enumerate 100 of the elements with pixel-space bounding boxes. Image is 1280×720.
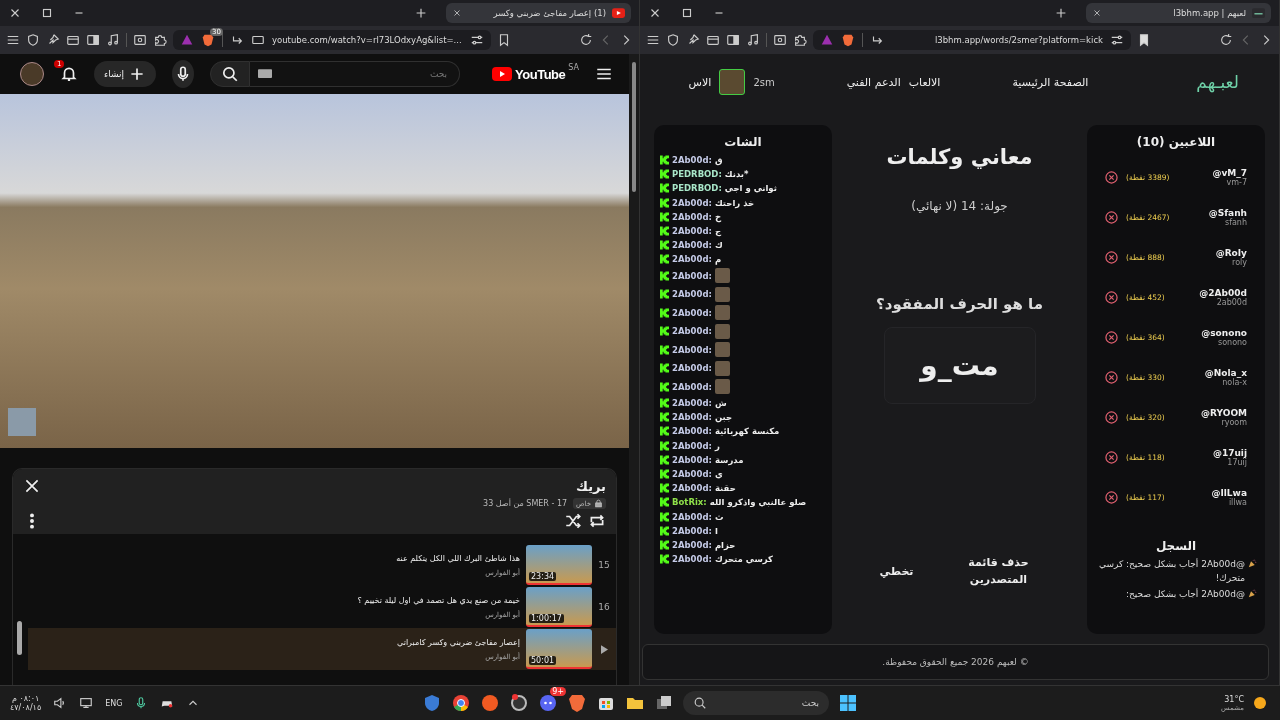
- player-name: sfanh: [1224, 217, 1247, 227]
- player-handle: @17uij: [1212, 447, 1247, 458]
- voice-search-button[interactable]: [172, 60, 195, 88]
- url-text[interactable]: l3bhm.app/words/2smer?platform=kick: [891, 35, 1103, 45]
- remove-icon[interactable]: [1105, 490, 1118, 504]
- tune-icon[interactable]: [470, 33, 484, 47]
- chrome-icon[interactable]: [451, 693, 471, 713]
- music-icon[interactable]: [106, 33, 120, 47]
- lock-icon: [594, 499, 603, 508]
- play-logo-icon[interactable]: [492, 67, 513, 81]
- tune-icon[interactable]: [1110, 33, 1124, 47]
- close-icon[interactable]: [1092, 8, 1102, 18]
- close-icon[interactable]: [23, 477, 41, 495]
- triangle-logo-icon[interactable]: [180, 33, 194, 47]
- clock-time[interactable]: ٠٨:٠١ م: [11, 694, 40, 703]
- close-icon[interactable]: [452, 8, 462, 18]
- new-tab-icon[interactable]: [1054, 6, 1068, 20]
- username[interactable]: 2sm: [753, 76, 775, 88]
- ring-app-icon[interactable]: [509, 693, 529, 713]
- windows-logo-icon[interactable]: [838, 693, 858, 713]
- clock-date[interactable]: ٤٧/٠٨/١٥: [10, 703, 42, 712]
- search-button[interactable]: [210, 61, 251, 87]
- shield-icon[interactable]: [666, 33, 680, 47]
- chat-username: 2Ab00d:: [672, 307, 712, 318]
- bookmark-icon[interactable]: [1137, 33, 1151, 47]
- loop-icon[interactable]: [588, 512, 606, 530]
- new-tab-icon[interactable]: [414, 6, 428, 20]
- chat-message: مكنسة كهربائية: [714, 426, 780, 437]
- chat-username: 2Ab00d:: [672, 511, 712, 522]
- bookmark-icon[interactable]: [497, 33, 511, 47]
- site-logo[interactable]: لعبـهم: [1196, 72, 1239, 92]
- triangle-logo-icon[interactable]: [820, 33, 834, 47]
- cast-icon[interactable]: [706, 33, 720, 47]
- k-logo-icon: [660, 554, 669, 565]
- nav-link[interactable]: الالعاب: [908, 75, 941, 89]
- language-indicator[interactable]: ENG: [105, 698, 123, 708]
- shield-app-icon[interactable]: [422, 693, 442, 713]
- action-button[interactable]: حذف قائمة المتصدرين: [957, 554, 1040, 588]
- browser-tab[interactable]: لعبهم | l3bhm.app: [1086, 3, 1271, 23]
- puzzle-icon[interactable]: [793, 33, 807, 47]
- maximize-icon[interactable]: [680, 6, 694, 20]
- lion-shield-icon[interactable]: [841, 33, 855, 47]
- chat-message: م: [714, 254, 722, 265]
- party-icon: [1248, 589, 1257, 598]
- bell-icon[interactable]: [60, 65, 78, 83]
- chat-message: حزام: [714, 539, 736, 550]
- remove-icon[interactable]: [1105, 210, 1118, 224]
- reload-icon[interactable]: [1219, 33, 1233, 47]
- cast-icon[interactable]: [66, 33, 80, 47]
- video-photo-placeholder[interactable]: [0, 94, 629, 448]
- chat-username: 2Ab00d:: [672, 483, 712, 494]
- remove-icon[interactable]: [1105, 370, 1118, 384]
- remove-icon[interactable]: [1105, 410, 1118, 424]
- menu-icon[interactable]: [6, 33, 20, 47]
- logo-text[interactable]: YouTube: [515, 66, 566, 82]
- search-field[interactable]: بحث: [683, 691, 829, 715]
- keyboard-icon[interactable]: [258, 69, 273, 78]
- shield-icon[interactable]: [26, 33, 40, 47]
- chat-username: 2Ab00d:: [672, 226, 712, 237]
- emote-icon: [714, 342, 730, 358]
- browser-tab[interactable]: (1) إعصار مفاجئ ضربني وكسر: [446, 3, 631, 23]
- nav-link[interactable]: الاس: [688, 75, 712, 89]
- circle-app-icon[interactable]: [480, 693, 500, 713]
- screenshot-icon[interactable]: [773, 33, 787, 47]
- search-field[interactable]: بحث: [250, 61, 461, 87]
- menu-icon[interactable]: [646, 33, 660, 47]
- music-icon[interactable]: [746, 33, 760, 47]
- screen-icon[interactable]: [251, 33, 265, 47]
- remove-icon[interactable]: [1105, 330, 1118, 344]
- lion-shield-icon[interactable]: [201, 33, 215, 47]
- k-logo-icon: [660, 183, 669, 194]
- remove-icon[interactable]: [1105, 170, 1118, 184]
- action-button[interactable]: تخطي: [879, 562, 914, 580]
- lion-shield-icon[interactable]: [567, 693, 587, 713]
- maximize-icon[interactable]: [40, 6, 54, 20]
- remove-icon[interactable]: [1105, 450, 1118, 464]
- chat-message: ثواني و اجي: [724, 183, 777, 194]
- player-name: vm-7: [1226, 177, 1247, 187]
- plus-icon: [128, 65, 146, 83]
- player-handle: @vM_7: [1212, 167, 1247, 178]
- nav-link[interactable]: الصفحة الرئيسية: [1012, 75, 1089, 89]
- screenshot-icon[interactable]: [133, 33, 147, 47]
- temperature[interactable]: 31°C: [1224, 694, 1244, 704]
- chat-message: مدرسة: [714, 454, 744, 465]
- chat-app-icon[interactable]: [538, 693, 558, 713]
- network-icon[interactable]: [79, 696, 94, 710]
- remove-icon[interactable]: [1105, 290, 1118, 304]
- avatar[interactable]: [719, 69, 746, 95]
- address-bar[interactable]: l3bhm.app/words/2smer?platform=kick: [813, 30, 1131, 50]
- shuffle-icon[interactable]: [564, 512, 582, 530]
- avatar[interactable]: [20, 62, 44, 86]
- reload-icon[interactable]: [579, 33, 593, 47]
- create-button[interactable]: إنشاء: [94, 61, 156, 87]
- player-name: nola-x: [1222, 377, 1247, 387]
- sidebar-icon[interactable]: [726, 33, 740, 47]
- nav-link[interactable]: الدعم الفني: [846, 75, 901, 89]
- remove-icon[interactable]: [1105, 250, 1118, 264]
- url-text[interactable]: youtube.com/watch?v=rl73LOdxyAg&list=...: [272, 35, 463, 45]
- sidebar-icon[interactable]: [86, 33, 100, 47]
- puzzle-icon[interactable]: [153, 33, 167, 47]
